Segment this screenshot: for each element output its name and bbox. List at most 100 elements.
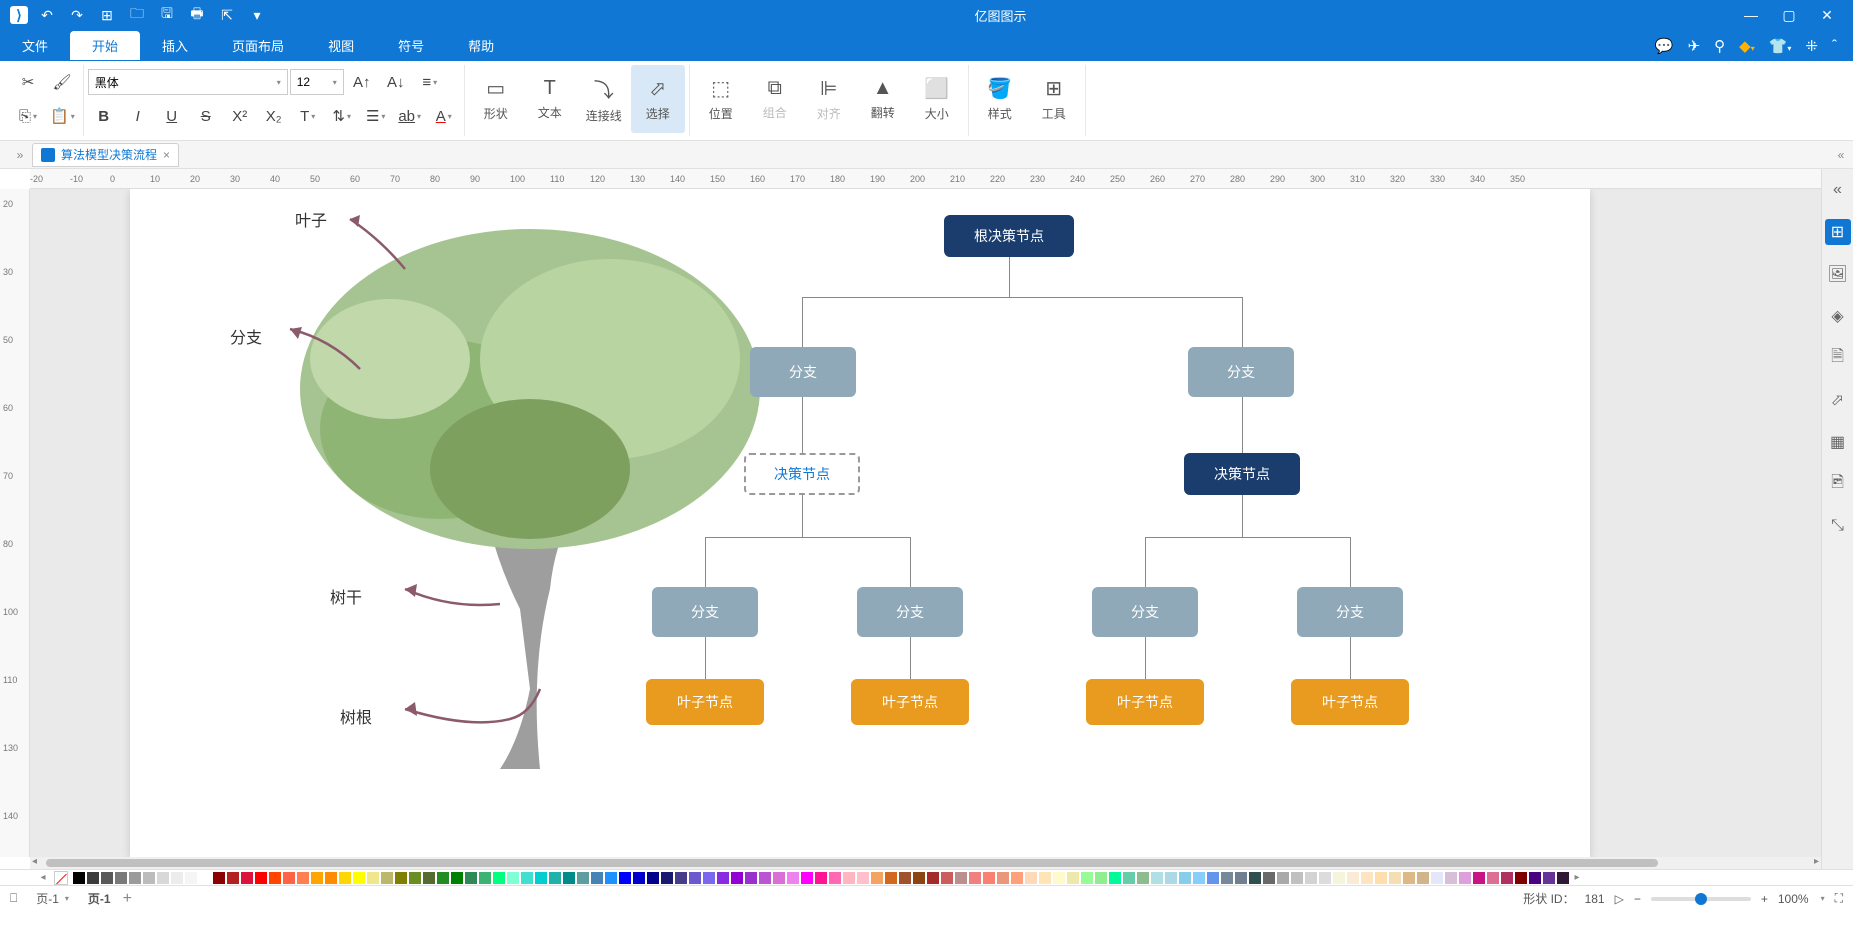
share-icon[interactable]: ⚲ bbox=[1714, 37, 1725, 55]
color-swatch[interactable] bbox=[647, 872, 659, 884]
close-button[interactable]: ✕ bbox=[1809, 3, 1845, 27]
color-swatch[interactable] bbox=[1109, 872, 1121, 884]
connector-tool-button[interactable]: ⤵连接线 bbox=[577, 65, 631, 133]
color-swatch[interactable] bbox=[479, 872, 491, 884]
colorbar-left-arrow[interactable]: ◂ bbox=[36, 870, 50, 885]
color-swatch[interactable] bbox=[199, 872, 211, 884]
add-page-button[interactable]: + bbox=[123, 890, 132, 908]
apps-icon[interactable]: ⁜ bbox=[1805, 37, 1818, 55]
increase-font-button[interactable]: A↑ bbox=[346, 67, 378, 97]
tab-view[interactable]: 视图 bbox=[306, 31, 376, 60]
minimize-button[interactable]: — bbox=[1733, 3, 1769, 27]
cut-button[interactable]: ✂ bbox=[12, 67, 44, 97]
color-swatch[interactable] bbox=[661, 872, 673, 884]
page-nav-icon[interactable]: ⎕ bbox=[10, 891, 17, 906]
node-b5[interactable]: 分支 bbox=[1092, 587, 1198, 637]
node-decision2[interactable]: 决策节点 bbox=[1184, 453, 1300, 495]
feedback-icon[interactable]: 💬 bbox=[1655, 37, 1674, 55]
align-shapes-button[interactable]: ⊫对齐 bbox=[802, 65, 856, 133]
color-swatch[interactable] bbox=[703, 872, 715, 884]
color-swatch[interactable] bbox=[1445, 872, 1457, 884]
color-swatch[interactable] bbox=[605, 872, 617, 884]
color-swatch[interactable] bbox=[1137, 872, 1149, 884]
color-swatch[interactable] bbox=[927, 872, 939, 884]
color-swatch[interactable] bbox=[1487, 872, 1499, 884]
color-swatch[interactable] bbox=[465, 872, 477, 884]
font-name-select[interactable]: 黑体▾ bbox=[88, 69, 288, 95]
print-button[interactable]: 🖶 bbox=[186, 4, 208, 26]
node-branch1[interactable]: 分支 bbox=[750, 347, 856, 397]
color-swatch[interactable] bbox=[745, 872, 757, 884]
tab-home[interactable]: 开始 bbox=[70, 31, 140, 60]
zoom-slider[interactable] bbox=[1651, 897, 1751, 901]
color-swatch[interactable] bbox=[1473, 872, 1485, 884]
color-swatch[interactable] bbox=[983, 872, 995, 884]
color-swatch[interactable] bbox=[521, 872, 533, 884]
panel-shapes-icon[interactable]: ⊞ bbox=[1825, 219, 1851, 245]
color-swatch[interactable] bbox=[731, 872, 743, 884]
color-swatch[interactable] bbox=[157, 872, 169, 884]
color-swatch[interactable] bbox=[1305, 872, 1317, 884]
color-swatch[interactable] bbox=[1417, 872, 1429, 884]
zoom-out-button[interactable]: − bbox=[1634, 892, 1641, 906]
line-spacing-button[interactable]: ⇅▾ bbox=[326, 101, 358, 131]
color-swatch[interactable] bbox=[1403, 872, 1415, 884]
node-b4[interactable]: 分支 bbox=[857, 587, 963, 637]
superscript-button[interactable]: X² bbox=[224, 101, 256, 131]
group-button[interactable]: ⧉组合 bbox=[748, 65, 802, 133]
node-b6[interactable]: 分支 bbox=[1297, 587, 1403, 637]
style-button[interactable]: 🪣样式 bbox=[973, 65, 1027, 133]
fit-page-button[interactable]: ⛶ bbox=[1835, 891, 1843, 906]
color-swatch[interactable] bbox=[143, 872, 155, 884]
color-swatch[interactable] bbox=[1053, 872, 1065, 884]
color-swatch[interactable] bbox=[857, 872, 869, 884]
color-swatch[interactable] bbox=[1067, 872, 1079, 884]
tools-button[interactable]: ⊞工具 bbox=[1027, 65, 1081, 133]
color-swatch[interactable] bbox=[381, 872, 393, 884]
color-swatch[interactable] bbox=[1277, 872, 1289, 884]
color-swatch[interactable] bbox=[129, 872, 141, 884]
node-leaf3[interactable]: 叶子节点 bbox=[1086, 679, 1204, 725]
color-swatch[interactable] bbox=[535, 872, 547, 884]
panel-table-icon[interactable]: ▦ bbox=[1825, 429, 1851, 455]
panel-clipart-icon[interactable]: 🖻 bbox=[1825, 471, 1851, 497]
open-button[interactable]: 🗀 bbox=[126, 4, 148, 26]
color-swatch[interactable] bbox=[423, 872, 435, 884]
save-button[interactable]: 🖫 bbox=[156, 4, 178, 26]
new-button[interactable]: ⊞ bbox=[96, 4, 118, 26]
color-swatch[interactable] bbox=[689, 872, 701, 884]
list-button[interactable]: ☰▾ bbox=[360, 101, 392, 131]
page-select[interactable]: 页-1 ▾ bbox=[29, 887, 76, 910]
color-swatch[interactable] bbox=[101, 872, 113, 884]
color-swatch[interactable] bbox=[969, 872, 981, 884]
color-swatch[interactable] bbox=[395, 872, 407, 884]
font-color-button[interactable]: A▾ bbox=[428, 101, 460, 131]
color-swatch[interactable] bbox=[619, 872, 631, 884]
color-swatch[interactable] bbox=[213, 872, 225, 884]
horizontal-scrollbar[interactable]: ◂ ▸ bbox=[30, 857, 1821, 869]
color-swatch[interactable] bbox=[563, 872, 575, 884]
color-swatch[interactable] bbox=[353, 872, 365, 884]
color-swatch[interactable] bbox=[311, 872, 323, 884]
color-swatch[interactable] bbox=[787, 872, 799, 884]
color-swatch[interactable] bbox=[283, 872, 295, 884]
color-swatch[interactable] bbox=[1151, 872, 1163, 884]
color-swatch[interactable] bbox=[633, 872, 645, 884]
color-swatch[interactable] bbox=[241, 872, 253, 884]
color-swatch[interactable] bbox=[955, 872, 967, 884]
color-swatch[interactable] bbox=[1165, 872, 1177, 884]
color-swatch[interactable] bbox=[437, 872, 449, 884]
color-swatch[interactable] bbox=[577, 872, 589, 884]
color-swatch[interactable] bbox=[913, 872, 925, 884]
color-swatch[interactable] bbox=[269, 872, 281, 884]
collapse-ribbon-icon[interactable]: ˆ bbox=[1832, 37, 1837, 55]
node-decision1-selected[interactable]: 决策节点 bbox=[744, 453, 860, 495]
tabbar-right-chevron-icon[interactable]: « bbox=[1829, 148, 1853, 162]
size-button[interactable]: ⬜大小 bbox=[910, 65, 964, 133]
color-swatch[interactable] bbox=[1529, 872, 1541, 884]
canvas-area[interactable]: 叶子 分支 树干 树根 根决策节点 分支 分支 决策节点 决策节点 分支 bbox=[30, 189, 1821, 857]
color-swatch[interactable] bbox=[493, 872, 505, 884]
color-swatch[interactable] bbox=[1193, 872, 1205, 884]
color-swatch[interactable] bbox=[717, 872, 729, 884]
diamond-icon[interactable]: ◆▾ bbox=[1739, 37, 1755, 55]
